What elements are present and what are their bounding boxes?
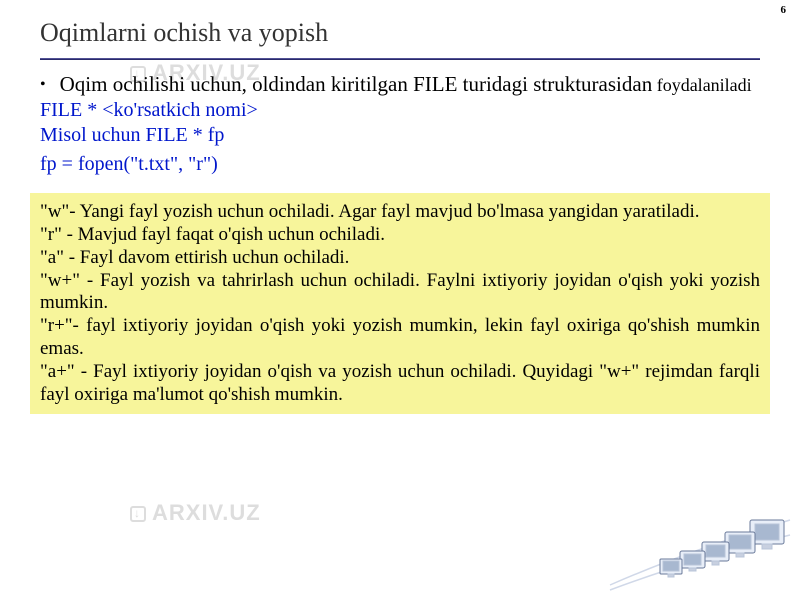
mode-desc: "r+"- fayl ixtiyoriy joyidan o'qish yoki… bbox=[40, 315, 760, 361]
decorative-monitors-icon bbox=[600, 490, 800, 600]
mode-desc: "w"- Yangi fayl yozish uchun ochiladi. A… bbox=[40, 201, 760, 224]
code-line: FILE * <ko'rsatkich nomi> bbox=[40, 98, 760, 123]
mode-desc: "w+" - Fayl yozish va tahrirlash uchun o… bbox=[40, 270, 760, 316]
slide-title: Oqimlarni ochish va yopish bbox=[40, 18, 760, 48]
code-block: FILE * <ko'rsatkich nomi> Misol uchun FI… bbox=[40, 98, 760, 177]
watermark: ARXIV.UZ bbox=[130, 500, 261, 526]
bullet-item: • Oqim ochilishi uchun, oldindan kiritil… bbox=[40, 72, 760, 96]
code-line: Misol uchun FILE * fp bbox=[40, 123, 760, 148]
mode-desc: "a" - Fayl davom ettirish uchun ochiladi… bbox=[40, 247, 760, 270]
bullet-dot-icon: • bbox=[40, 76, 46, 94]
mode-desc: "a+" - Fayl ixtiyoriy joyidan o'qish va … bbox=[40, 361, 760, 407]
modes-box: "w"- Yangi fayl yozish uchun ochiladi. A… bbox=[30, 193, 770, 414]
mode-desc: "r" - Mavjud fayl faqat o'qish uchun och… bbox=[40, 224, 760, 247]
code-line: fp = fopen("t.txt", "r") bbox=[40, 152, 760, 177]
bullet-text: Oqim ochilishi uchun, oldindan kiritilga… bbox=[60, 72, 760, 96]
